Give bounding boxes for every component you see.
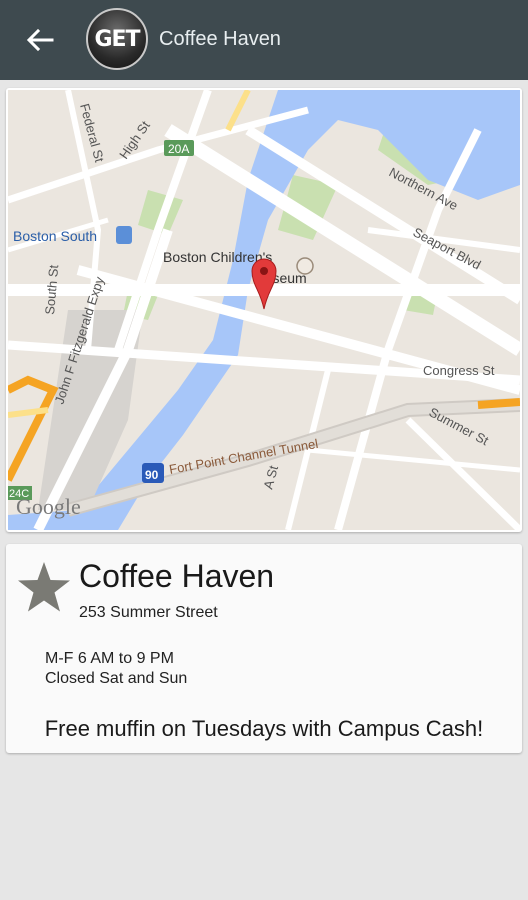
hours-weekend: Closed Sat and Sun — [45, 670, 188, 687]
star-icon[interactable] — [16, 560, 72, 616]
promo-text: Free muffin on Tuesdays with Campus Cash… — [44, 716, 484, 741]
logo-text: GET — [94, 26, 140, 52]
app-title: Coffee Haven — [159, 28, 281, 50]
map-view[interactable]: Federal St High St 20A Northern Ave Seap… — [8, 90, 520, 530]
place-address: 253 Summer Street — [79, 604, 218, 621]
map-label-90: 90 — [145, 468, 159, 482]
app-logo: GET — [86, 8, 148, 70]
place-info-card: Coffee Haven 253 Summer Street M-F 6 AM … — [6, 544, 522, 753]
hours-weekday: M-F 6 AM to 9 PM — [45, 650, 174, 667]
google-attribution: Google — [16, 494, 81, 519]
museum-icon — [296, 257, 314, 275]
map-label-congress: Congress St — [423, 363, 495, 378]
map-label-20a: 20A — [168, 142, 189, 156]
place-name: Coffee Haven — [79, 558, 275, 594]
map-card[interactable]: Federal St High St 20A Northern Ave Seap… — [6, 88, 522, 532]
app-bar: GET Coffee Haven — [0, 0, 528, 80]
arrow-left-icon[interactable] — [22, 22, 58, 58]
train-station-icon — [116, 226, 132, 244]
map-label-boston-south: Boston South — [13, 228, 97, 244]
